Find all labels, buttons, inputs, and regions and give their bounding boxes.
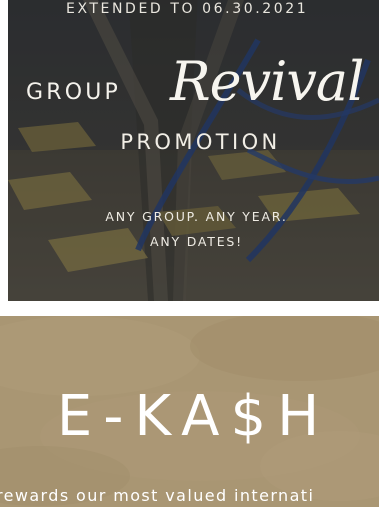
promo-tagline-line2: ANY DATES! xyxy=(150,234,243,249)
promo-title-group: GROUP xyxy=(26,80,122,105)
promo-text-overlay: EXTENDED TO 06.30.2021 GROUP Revival PRO… xyxy=(8,0,379,301)
ekash-section: E-KA$H rewards our most valued internati xyxy=(0,316,379,507)
section-divider-gap xyxy=(0,301,379,316)
promo-title-promotion: PROMOTION xyxy=(120,130,281,154)
ekash-title: E-KA$H xyxy=(56,384,331,449)
promo-title-revival: Revival xyxy=(170,50,364,113)
group-revival-promo-banner[interactable]: EXTENDED TO 06.30.2021 GROUP Revival PRO… xyxy=(8,0,379,301)
promo-extension-date: EXTENDED TO 06.30.2021 xyxy=(66,1,309,17)
promo-tagline-line1: ANY GROUP. ANY YEAR. xyxy=(105,209,288,224)
ekash-description: rewards our most valued internati xyxy=(0,486,315,505)
page: EXTENDED TO 06.30.2021 GROUP Revival PRO… xyxy=(0,0,379,507)
